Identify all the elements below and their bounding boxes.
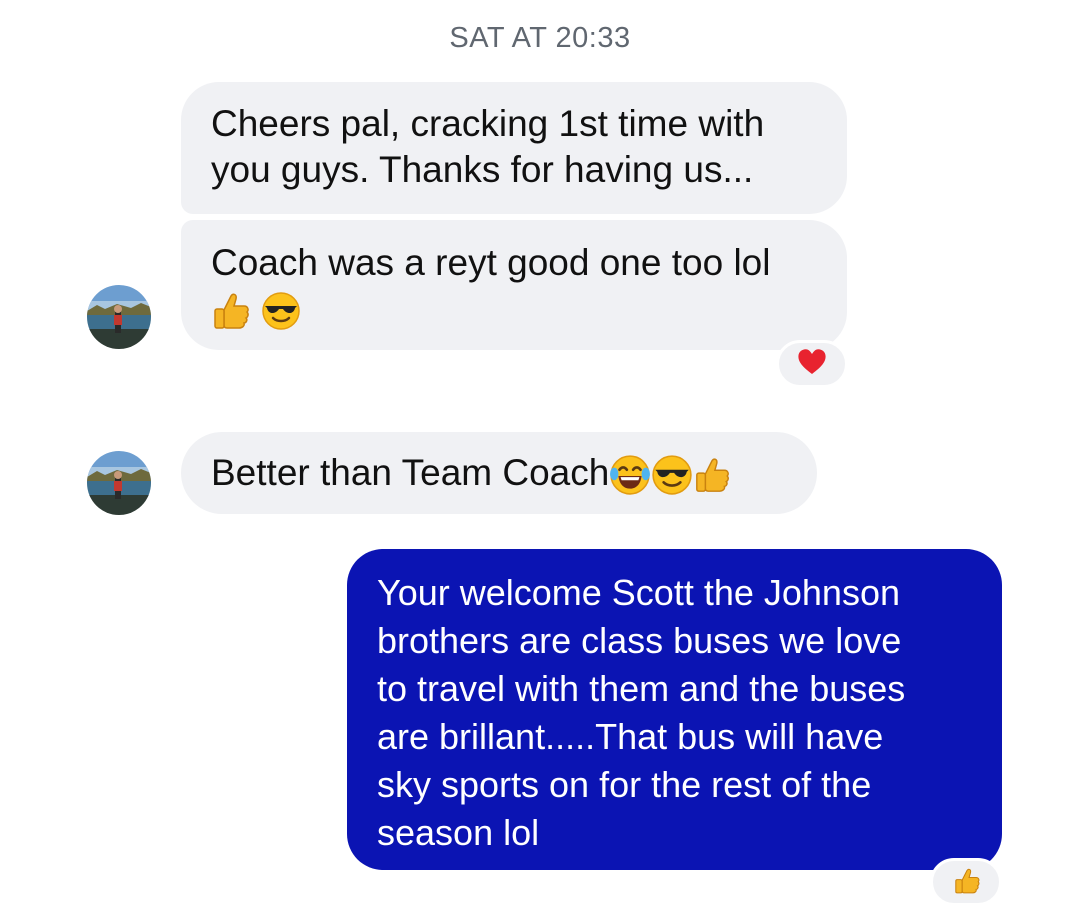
message-text-line: season lol: [377, 812, 540, 853]
message-text-line: you guys. Thanks for having us...: [211, 149, 754, 190]
message-text-line: are brillant.....That bus will have: [377, 716, 884, 757]
emoji-line: [211, 286, 817, 332]
message-reaction[interactable]: [776, 340, 848, 388]
thumbs-up-emoji: [211, 291, 251, 331]
message-text-line: Your welcome Scott the Johnson: [377, 572, 900, 613]
sunglasses-face-emoji: [261, 291, 301, 331]
incoming-message-bubble[interactable]: Coach was a reyt good one too lol: [181, 220, 847, 350]
conversation-timestamp: SAT AT 20:33: [449, 22, 631, 54]
message-text-line: sky sports on for the rest of the: [377, 764, 872, 805]
incoming-message-bubble[interactable]: Cheers pal, cracking 1st time with you g…: [181, 82, 847, 214]
outgoing-message-bubble[interactable]: Your welcome Scott the Johnson brothers …: [347, 549, 1002, 870]
message-text-line: Cheers pal, cracking 1st time with: [211, 103, 765, 144]
red-heart-icon: [796, 346, 828, 383]
message-reaction[interactable]: [930, 858, 1002, 906]
message-text: Better than Team Coach: [211, 452, 610, 493]
sunglasses-face-emoji: [651, 454, 693, 496]
contact-avatar[interactable]: [87, 451, 151, 515]
message-text-line: Coach was a reyt good one too lol: [211, 242, 771, 283]
thumbs-up-emoji: [953, 867, 981, 900]
tears-of-joy-emoji: [609, 454, 651, 496]
incoming-message-bubble[interactable]: Better than Team Coach: [181, 432, 817, 514]
contact-avatar[interactable]: [87, 285, 151, 349]
message-text-line: to travel with them and the buses: [377, 668, 906, 709]
thumbs-up-emoji: [693, 456, 731, 494]
message-text-line: brothers are class buses we love: [377, 620, 902, 661]
